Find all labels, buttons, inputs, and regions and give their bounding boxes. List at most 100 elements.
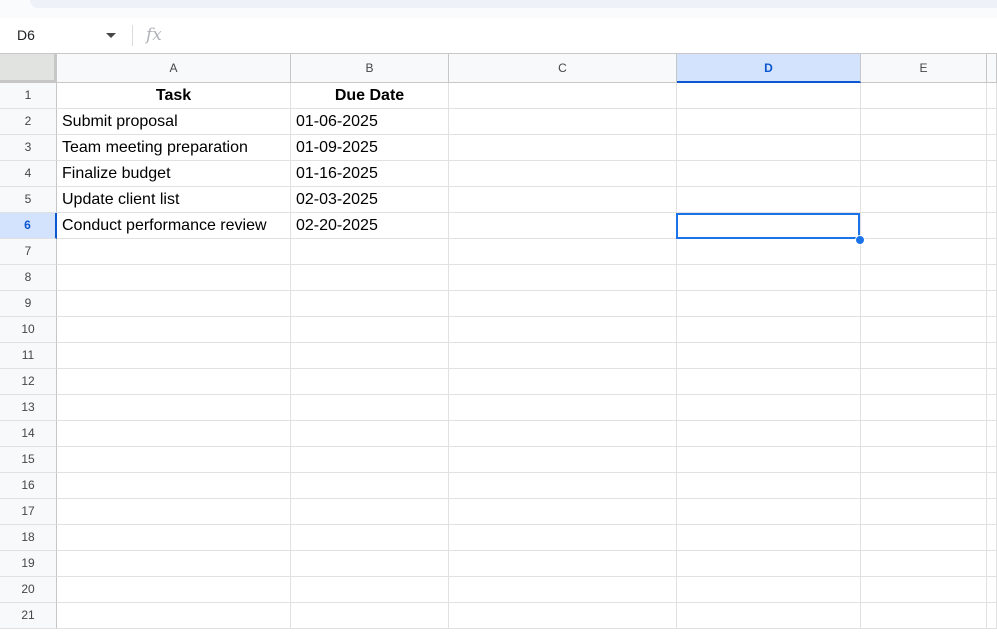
chevron-down-icon[interactable] [106,33,116,38]
cell-c10[interactable] [449,317,677,343]
cell-d1[interactable] [677,83,861,109]
cell-c2[interactable] [449,109,677,135]
row-header-15[interactable]: 15 [0,447,57,473]
column-header-d[interactable]: D [677,54,861,83]
cell-c15[interactable] [449,447,677,473]
cell-c21[interactable] [449,603,677,629]
cell-f15[interactable] [987,447,997,473]
column-header-f[interactable] [987,54,997,83]
cell-c8[interactable] [449,265,677,291]
column-header-a[interactable]: A [57,54,291,83]
cell-e13[interactable] [861,395,987,421]
cell-e6[interactable] [861,213,987,239]
cell-a20[interactable] [57,577,291,603]
cell-d9[interactable] [677,291,861,317]
cell-d16[interactable] [677,473,861,499]
cell-d12[interactable] [677,369,861,395]
cell-b15[interactable] [291,447,449,473]
cell-b16[interactable] [291,473,449,499]
cell-a1[interactable]: Task [57,83,291,109]
cell-b9[interactable] [291,291,449,317]
row-header-11[interactable]: 11 [0,343,57,369]
cell-f17[interactable] [987,499,997,525]
cell-d6[interactable] [677,213,861,239]
cell-d10[interactable] [677,317,861,343]
column-header-b[interactable]: B [291,54,449,83]
column-header-c[interactable]: C [449,54,677,83]
row-header-14[interactable]: 14 [0,421,57,447]
cell-a4[interactable]: Finalize budget [57,161,291,187]
cell-a16[interactable] [57,473,291,499]
cell-c19[interactable] [449,551,677,577]
cell-b8[interactable] [291,265,449,291]
row-header-7[interactable]: 7 [0,239,57,265]
cell-d5[interactable] [677,187,861,213]
cell-d14[interactable] [677,421,861,447]
cell-e2[interactable] [861,109,987,135]
cell-b10[interactable] [291,317,449,343]
cell-f1[interactable] [987,83,997,109]
cell-a9[interactable] [57,291,291,317]
row-header-17[interactable]: 17 [0,499,57,525]
cell-a21[interactable] [57,603,291,629]
cell-f9[interactable] [987,291,997,317]
cell-d19[interactable] [677,551,861,577]
cell-c13[interactable] [449,395,677,421]
cell-b4[interactable]: 01-16-2025 [291,161,449,187]
cell-f10[interactable] [987,317,997,343]
cell-a2[interactable]: Submit proposal [57,109,291,135]
cell-b2[interactable]: 01-06-2025 [291,109,449,135]
row-header-4[interactable]: 4 [0,161,57,187]
cell-e9[interactable] [861,291,987,317]
cell-c5[interactable] [449,187,677,213]
cell-c7[interactable] [449,239,677,265]
cell-f5[interactable] [987,187,997,213]
cell-d13[interactable] [677,395,861,421]
cell-a5[interactable]: Update client list [57,187,291,213]
cell-d20[interactable] [677,577,861,603]
cell-d2[interactable] [677,109,861,135]
cell-f18[interactable] [987,525,997,551]
cell-f20[interactable] [987,577,997,603]
cell-b20[interactable] [291,577,449,603]
cell-a7[interactable] [57,239,291,265]
cell-a6[interactable]: Conduct performance review [57,213,291,239]
row-header-9[interactable]: 9 [0,291,57,317]
cell-a18[interactable] [57,525,291,551]
cell-c18[interactable] [449,525,677,551]
row-header-6[interactable]: 6 [0,213,57,239]
cell-d3[interactable] [677,135,861,161]
cell-e8[interactable] [861,265,987,291]
cell-e21[interactable] [861,603,987,629]
cell-b1[interactable]: Due Date [291,83,449,109]
cell-d17[interactable] [677,499,861,525]
cell-d18[interactable] [677,525,861,551]
cell-e15[interactable] [861,447,987,473]
row-header-16[interactable]: 16 [0,473,57,499]
cell-f6[interactable] [987,213,997,239]
cell-e18[interactable] [861,525,987,551]
cell-f3[interactable] [987,135,997,161]
row-header-12[interactable]: 12 [0,369,57,395]
cell-a11[interactable] [57,343,291,369]
cell-a12[interactable] [57,369,291,395]
cell-f21[interactable] [987,603,997,629]
cell-e11[interactable] [861,343,987,369]
cell-e16[interactable] [861,473,987,499]
cell-e17[interactable] [861,499,987,525]
cell-c1[interactable] [449,83,677,109]
cell-f16[interactable] [987,473,997,499]
cell-c20[interactable] [449,577,677,603]
cell-f14[interactable] [987,421,997,447]
row-header-3[interactable]: 3 [0,135,57,161]
cell-b3[interactable]: 01-09-2025 [291,135,449,161]
cell-f13[interactable] [987,395,997,421]
cell-f2[interactable] [987,109,997,135]
cell-c6[interactable] [449,213,677,239]
name-box[interactable]: D6 [0,18,126,53]
select-all-corner[interactable] [0,54,57,83]
cell-a13[interactable] [57,395,291,421]
cell-b17[interactable] [291,499,449,525]
row-header-20[interactable]: 20 [0,577,57,603]
cell-b7[interactable] [291,239,449,265]
